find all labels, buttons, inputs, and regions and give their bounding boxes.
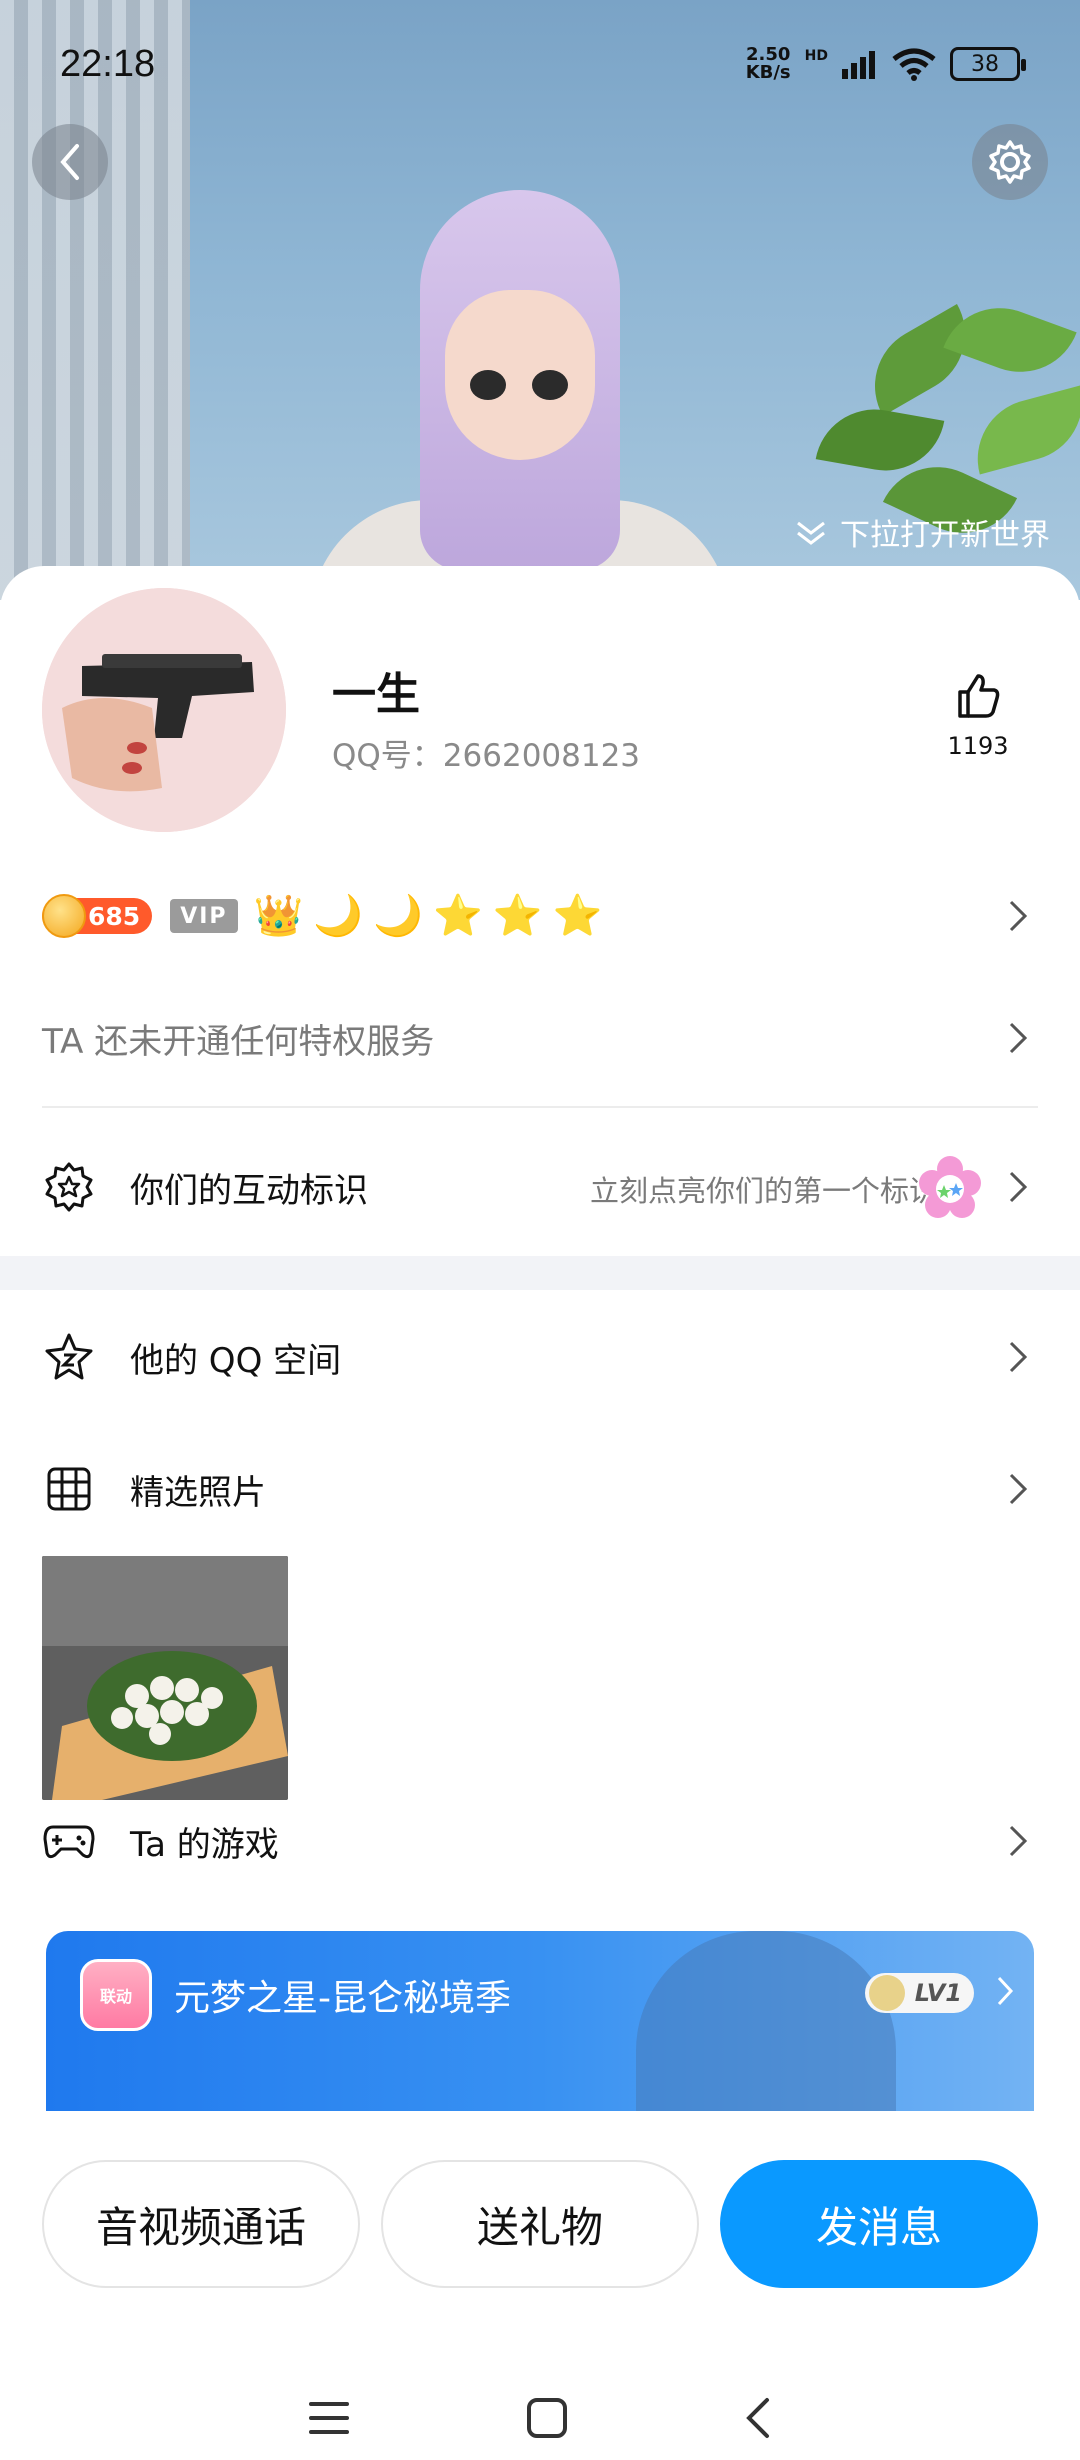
menu-icon[interactable] <box>307 2398 351 2438</box>
chevron-right-icon <box>998 1337 1038 1377</box>
featured-photo[interactable] <box>42 1556 288 1800</box>
pull-down-hint-text: 下拉打开新世界 <box>840 518 1050 553</box>
coin-value: 685 <box>88 901 141 931</box>
chevron-right-icon <box>998 1018 1038 1058</box>
gamepad-icon <box>42 1814 96 1868</box>
chevron-left-icon <box>60 144 79 180</box>
video-call-button[interactable]: 音视频通话 <box>42 2160 360 2288</box>
like-button[interactable]: 1193 <box>938 672 1018 760</box>
profile-hero-banner[interactable]: 22:18 2.50 KB/s HD 38 下拉打开新世界 <box>0 0 1080 600</box>
interaction-mark-label: 你们的互动标识 <box>130 1170 368 1211</box>
chevron-right-icon <box>998 1167 1038 1207</box>
send-message-button[interactable]: 发消息 <box>720 2160 1038 2288</box>
like-count: 1193 <box>947 732 1009 760</box>
privilege-text: TA 还未开通任何特权服务 <box>42 1021 435 1062</box>
hd-indicator: HD <box>804 48 828 64</box>
game-icon-badge: 联动 <box>99 1987 132 2006</box>
photos-row[interactable]: 精选照片 <box>42 1444 1038 1534</box>
moon-icon: 🌙 <box>373 893 423 939</box>
action-buttons: 音视频通话 送礼物 发消息 <box>42 2160 1038 2288</box>
chevron-right-icon <box>998 896 1038 936</box>
flower-icon <box>919 1156 981 1218</box>
thumbs-up-icon <box>958 674 1000 718</box>
moon-icon: 🌙 <box>313 893 364 939</box>
privilege-row[interactable]: TA 还未开通任何特权服务 <box>42 993 1038 1083</box>
status-bar: 22:18 2.50 KB/s HD 38 <box>60 36 1026 92</box>
net-speed-unit: KB/s <box>745 62 791 83</box>
avatar[interactable] <box>42 588 286 832</box>
badge-star-icon <box>42 1160 96 1214</box>
wifi-icon <box>892 48 936 81</box>
vip-badge[interactable]: VIP <box>170 899 238 933</box>
signal-icon <box>842 51 875 79</box>
gear-icon <box>989 140 1031 184</box>
crown-icon: 👑 <box>253 893 304 939</box>
3d-avatar-figure <box>310 170 730 600</box>
chevron-right-icon <box>998 1821 1038 1861</box>
games-label: Ta 的游戏 <box>130 1824 279 1865</box>
status-time: 22:18 <box>60 42 156 85</box>
qzone-row[interactable]: 他的 QQ 空间 <box>42 1312 1038 1402</box>
profile-header: 一生 QQ号：2662008123 1193 <box>42 588 1038 834</box>
network-speed: 2.50 KB/s <box>746 46 791 82</box>
interaction-mark-hint: 立刻点亮你们的第一个标识 <box>589 1174 938 1208</box>
chevron-right-icon <box>998 1469 1038 1509</box>
star-icon: ⭐ <box>492 893 543 939</box>
game-pet-icon <box>868 1975 905 2011</box>
qzone-star-icon <box>42 1330 96 1384</box>
avatar-image <box>42 588 286 832</box>
battery-indicator: 38 <box>950 47 1026 81</box>
game-mascot-image <box>636 1931 896 2111</box>
coin-badge[interactable]: 685 <box>42 894 153 938</box>
settings-button[interactable] <box>972 124 1048 200</box>
chevron-right-icon <box>996 1975 1014 2011</box>
badges-row[interactable]: 685 VIP 👑 🌙 🌙 ⭐ ⭐ ⭐ <box>42 886 1038 946</box>
pull-down-hint[interactable]: 下拉打开新世界 <box>794 510 1050 554</box>
qq-number: QQ号：2662008123 <box>332 738 641 774</box>
grid-icon <box>42 1462 96 1516</box>
star-icon: ⭐ <box>432 893 483 939</box>
chevron-down-double-icon <box>797 521 825 545</box>
game-icon: 联动 <box>80 1959 152 2031</box>
level-icons: 👑 🌙 🌙 ⭐ ⭐ ⭐ <box>254 893 603 939</box>
profile-name: 一生 <box>332 669 420 720</box>
coin-icon <box>42 894 86 938</box>
game-title: 元梦之星-昆仑秘境季 <box>174 1978 511 2019</box>
system-nav-bar <box>0 2376 1080 2460</box>
section-separator <box>0 1256 1080 1290</box>
interaction-mark-row[interactable]: 你们的互动标识 立刻点亮你们的第一个标识 <box>42 1142 1038 1232</box>
photo-image <box>42 1556 288 1800</box>
back-nav-icon[interactable] <box>743 2396 773 2440</box>
qzone-label: 他的 QQ 空间 <box>130 1340 342 1381</box>
photos-label: 精选照片 <box>130 1472 266 1513</box>
profile-card: 一生 QQ号：2662008123 1193 685 VIP 👑 🌙 🌙 ⭐ ⭐… <box>0 566 1080 2460</box>
game-level: LV1 <box>914 1979 962 2007</box>
back-button[interactable] <box>32 124 108 200</box>
divider <box>42 1106 1038 1108</box>
star-icon: ⭐ <box>552 893 603 939</box>
game-card[interactable]: 联动 元梦之星-昆仑秘境季 LV1 <box>46 1931 1034 2111</box>
send-gift-button[interactable]: 送礼物 <box>381 2160 699 2288</box>
game-level-badge: LV1 <box>864 1973 974 2013</box>
games-row[interactable]: Ta 的游戏 <box>42 1796 1038 1886</box>
home-icon[interactable] <box>525 2396 569 2440</box>
